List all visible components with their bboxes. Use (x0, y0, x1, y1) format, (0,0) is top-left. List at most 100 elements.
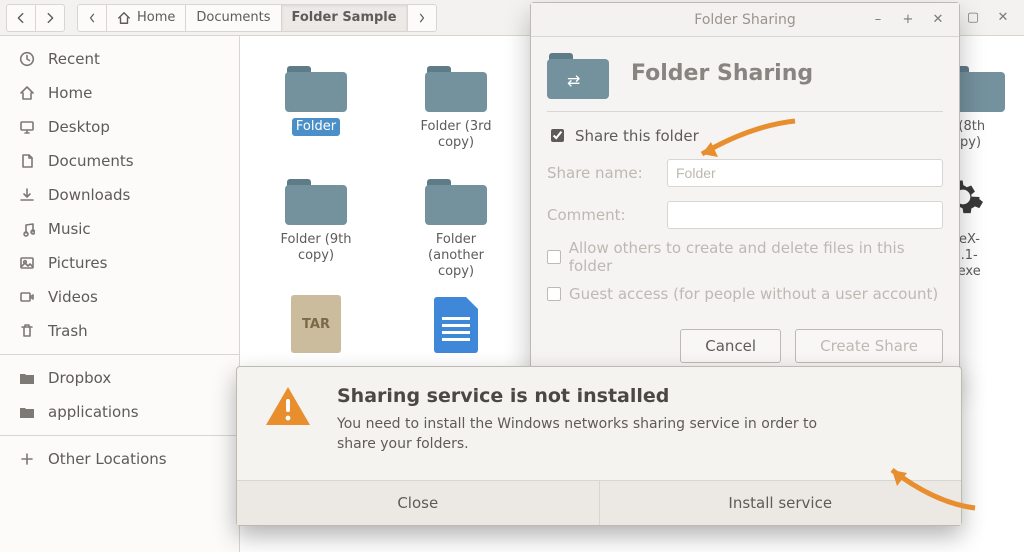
pictures-icon (18, 254, 36, 272)
download-icon (18, 186, 36, 204)
trash-icon (18, 322, 36, 340)
share-folder-icon: ⇄ (547, 49, 607, 97)
guest-access-label: Guest access (for people without a user … (569, 285, 938, 303)
sidebar-item-desktop[interactable]: Desktop (0, 110, 239, 144)
warning-icon (265, 385, 311, 427)
folder-icon (425, 175, 487, 225)
sidebar-item-videos[interactable]: Videos (0, 280, 239, 314)
music-icon (18, 220, 36, 238)
comment-input[interactable] (667, 201, 943, 229)
file-item[interactable]: Folder (9th copy) (266, 167, 366, 282)
chevron-right-icon (416, 12, 428, 24)
crumb-home-label: Home (137, 10, 175, 25)
sidebar-item-downloads[interactable]: Downloads (0, 178, 239, 212)
sidebar-item-label: Videos (48, 288, 98, 306)
places-sidebar: Recent Home Desktop Documents Downloads … (0, 36, 240, 552)
allow-others-checkbox[interactable] (547, 250, 561, 264)
sidebar-item-label: Trash (48, 322, 88, 340)
sidebar-item-home[interactable]: Home (0, 76, 239, 110)
guest-access-checkbox[interactable] (547, 287, 561, 301)
close-icon: ✕ (998, 10, 1009, 25)
folder-icon (18, 403, 36, 421)
share-this-folder-checkbox[interactable] (551, 129, 564, 142)
sidebar-item-recent[interactable]: Recent (0, 42, 239, 76)
sidebar-item-dropbox[interactable]: Dropbox (0, 361, 239, 395)
dialog-close[interactable]: ✕ (923, 7, 953, 31)
sidebar-item-music[interactable]: Music (0, 212, 239, 246)
banner-body: You need to install the Windows networks… (337, 415, 857, 454)
window-maximize[interactable]: ▢ (958, 6, 988, 30)
sidebar-item-other-locations[interactable]: Other Locations (0, 442, 239, 476)
sidebar-item-trash[interactable]: Trash (0, 314, 239, 348)
folder-sharing-dialog: Folder Sharing – + ✕ ⇄ Folder Sharing Sh… (530, 2, 960, 380)
close-icon: ✕ (933, 12, 944, 27)
maximize-icon: ▢ (967, 10, 979, 25)
comment-label: Comment: (547, 206, 657, 224)
banner-close-label: Close (397, 494, 438, 512)
file-item[interactable]: Folder (another copy) (406, 167, 506, 282)
cancel-button-label: Cancel (705, 337, 756, 355)
folder-icon (425, 62, 487, 112)
window-close[interactable]: ✕ (988, 6, 1018, 30)
documents-icon (18, 152, 36, 170)
home-icon (117, 11, 131, 25)
clock-icon (18, 50, 36, 68)
file-label: Folder (another copy) (406, 231, 506, 282)
sidebar-item-label: Downloads (48, 186, 130, 204)
breadcrumb-next[interactable] (407, 4, 437, 32)
sidebar-item-label: Desktop (48, 118, 110, 136)
folder-icon (18, 369, 36, 387)
file-item[interactable]: Folder (266, 54, 366, 153)
cancel-button[interactable]: Cancel (680, 329, 781, 363)
videos-icon (18, 288, 36, 306)
dialog-heading: Folder Sharing (631, 61, 813, 86)
file-label: Folder (9th copy) (266, 231, 366, 266)
folder-icon (285, 175, 347, 225)
sidebar-item-label: Recent (48, 50, 100, 68)
dialog-titlebar[interactable]: Folder Sharing – + ✕ (531, 3, 959, 37)
file-label: Folder (3rd copy) (406, 118, 506, 153)
create-share-button[interactable]: Create Share (795, 329, 943, 363)
dialog-minimize[interactable]: – (863, 7, 893, 31)
banner-title: Sharing service is not installed (337, 385, 857, 407)
crumb-home[interactable]: Home (106, 4, 186, 32)
banner-install-button[interactable]: Install service (599, 481, 962, 525)
allow-others-label: Allow others to create and delete files … (569, 239, 943, 275)
sidebar-item-label: Documents (48, 152, 134, 170)
crumb-folder-sample[interactable]: Folder Sample (281, 4, 408, 32)
crumb-documents[interactable]: Documents (185, 4, 281, 32)
breadcrumb: Home Documents Folder Sample (77, 4, 437, 32)
sharing-service-banner: Sharing service is not installed You nee… (236, 366, 962, 526)
sidebar-item-pictures[interactable]: Pictures (0, 246, 239, 280)
sidebar-item-label: Music (48, 220, 91, 238)
share-name-input[interactable] (667, 159, 943, 187)
arrow-right-icon (43, 11, 57, 25)
file-item[interactable] (406, 295, 506, 359)
sidebar-item-label: Home (48, 84, 92, 102)
sidebar-item-label: applications (48, 403, 139, 421)
crumb-documents-label: Documents (196, 10, 270, 25)
file-label: Folder (292, 118, 340, 136)
file-item[interactable]: TAR (266, 295, 366, 359)
file-item[interactable]: Folder (3rd copy) (406, 54, 506, 153)
banner-close-button[interactable]: Close (237, 481, 599, 525)
share-this-folder-label: Share this folder (575, 127, 699, 145)
sidebar-item-applications[interactable]: applications (0, 395, 239, 429)
arrow-left-icon (14, 11, 28, 25)
document-icon (434, 297, 478, 353)
minimize-icon: – (875, 12, 882, 27)
sidebar-item-label: Dropbox (48, 369, 111, 387)
chevron-left-icon (86, 12, 98, 24)
breadcrumb-prev[interactable] (77, 4, 107, 32)
archive-icon: TAR (291, 295, 341, 353)
back-button[interactable] (6, 4, 36, 32)
sidebar-item-label: Pictures (48, 254, 107, 272)
plus-icon (18, 450, 36, 468)
dialog-title-text: Folder Sharing (694, 12, 795, 28)
desktop-icon (18, 118, 36, 136)
sidebar-item-documents[interactable]: Documents (0, 144, 239, 178)
dialog-maximize[interactable]: + (893, 7, 923, 31)
forward-button[interactable] (35, 4, 65, 32)
home-icon (18, 84, 36, 102)
sidebar-item-label: Other Locations (48, 450, 167, 468)
